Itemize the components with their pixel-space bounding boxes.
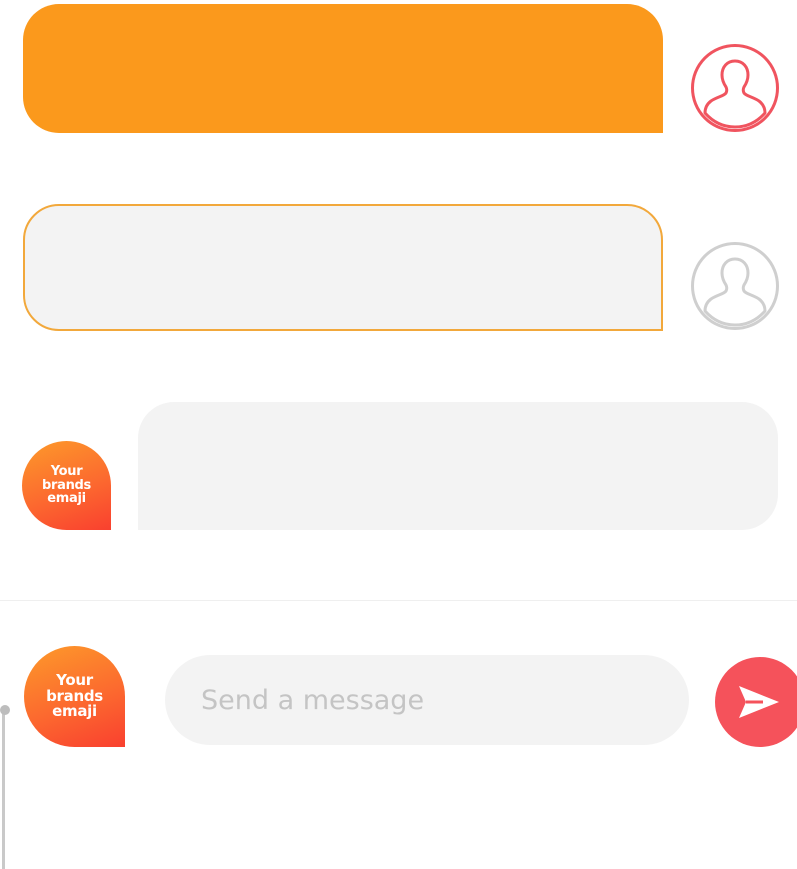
composer-divider [0,600,797,601]
chat-window: Your brands emaji Your brands emaji [0,0,797,869]
send-arrow-icon [739,686,779,718]
send-button[interactable] [715,657,797,747]
user-avatar-inactive [690,241,780,331]
user-avatar-active [690,43,780,133]
message-bubble-incoming [138,402,778,530]
brand-avatar-label: Your brands emaji [46,670,103,721]
scroll-handle[interactable] [0,705,10,715]
brand-avatar-label: Your brands emaji [42,464,91,507]
message-bubble-outgoing-outlined [23,204,663,331]
user-silhouette-icon [691,242,779,330]
composer-brand-avatar: Your brands emaji [24,646,125,747]
message-input[interactable] [165,655,689,745]
user-silhouette-icon [691,44,779,132]
message-bubble-outgoing-filled [23,4,663,133]
scroll-track[interactable] [2,712,5,869]
brand-avatar: Your brands emaji [22,441,111,530]
